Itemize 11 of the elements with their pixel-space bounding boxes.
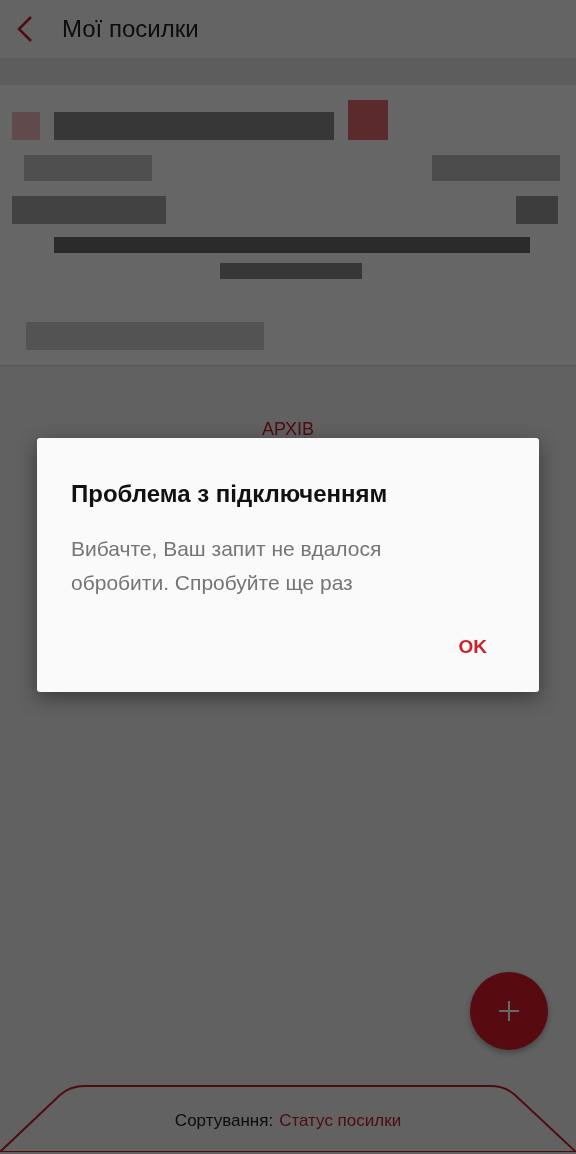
dialog-title: Проблема з підключенням	[71, 480, 389, 508]
ok-button[interactable]: OK	[440, 628, 505, 666]
sort-label: Сортування:	[174, 1110, 274, 1131]
page-title: Мої посилки	[62, 15, 199, 43]
plus-icon	[497, 999, 521, 1023]
parcel-card[interactable]	[0, 85, 576, 365]
sort-bar[interactable]: Сортування: Статус посилки	[0, 1085, 576, 1154]
sort-option-link[interactable]: Статус посилки	[279, 1110, 402, 1131]
add-button[interactable]	[470, 972, 548, 1050]
dialog-message: Вибачте, Ваш запит не вдалося обробити. Спробуйте ще раз	[71, 536, 383, 596]
archive-link[interactable]: АРХІВ	[257, 415, 319, 444]
